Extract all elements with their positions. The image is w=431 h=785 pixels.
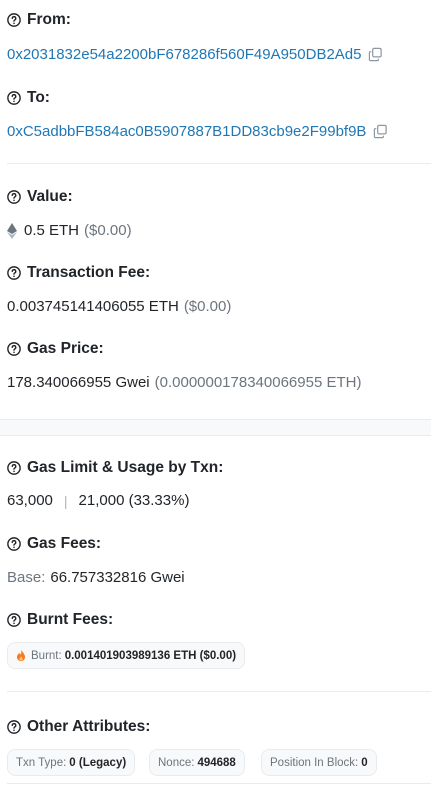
burnt-fees-label: Burnt Fees: (7, 611, 113, 629)
burnt-value: 0.001401903989136 ETH ($0.00) (64, 649, 237, 662)
question-circle-icon[interactable] (7, 91, 21, 105)
gas-fees-value: Base: 66.757332816 Gwei (7, 569, 185, 586)
txn-type-key: Txn Type: (16, 756, 67, 769)
gas-fees-label: Gas Fees: (7, 535, 101, 553)
transaction-fee-label: Transaction Fee: (7, 264, 150, 282)
burnt-fees-label-text: Burnt Fees: (27, 611, 114, 628)
transaction-fee-value: 0.003745141406055 ETH ($0.00) (7, 298, 231, 315)
gas-price-label: Gas Price: (7, 340, 104, 358)
fee-amount: 0.003745141406055 ETH (7, 298, 179, 315)
question-circle-icon[interactable] (7, 190, 21, 204)
burnt-fees-badge: Burnt: 0.001401903989136 ETH ($0.00) (7, 642, 246, 669)
position-value: 0 (361, 756, 368, 769)
value-amount: 0.5 ETH (24, 222, 80, 239)
to-label-text: To: (27, 89, 50, 106)
position-key: Position In Block: (270, 756, 359, 769)
divider (7, 163, 431, 164)
from-label: From: (7, 11, 71, 29)
value-label-text: Value: (27, 188, 73, 205)
question-circle-icon[interactable] (7, 266, 21, 280)
txn-type-badge: Txn Type: 0 (Legacy) (7, 749, 136, 776)
value-label: Value: (7, 188, 73, 206)
question-circle-icon[interactable] (7, 613, 21, 627)
copy-icon[interactable] (373, 124, 388, 139)
value-usd: ($0.00) (84, 222, 132, 239)
position-in-block-badge: Position In Block: 0 (261, 749, 377, 776)
fee-usd: ($0.00) (183, 298, 232, 315)
nonce-value: 494688 (197, 756, 236, 769)
gas-limit-label: Gas Limit & Usage by Txn: (7, 459, 223, 477)
gas-price-eth: (0.000000178340066955 ETH) (154, 374, 362, 391)
from-label-text: From: (27, 11, 71, 28)
txn-type-value: 0 (Legacy) (69, 756, 127, 769)
divider (7, 783, 431, 784)
gas-limit-label-text: Gas Limit & Usage by Txn: (27, 459, 224, 476)
question-circle-icon[interactable] (7, 342, 21, 356)
nonce-key: Nonce: (158, 756, 195, 769)
to-address-link[interactable]: 0xC5adbbFB584ac0B5907887B1DD83cb9e2F99bf… (7, 123, 366, 140)
to-value: 0xC5adbbFB584ac0B5907887B1DD83cb9e2F99bf… (7, 123, 388, 140)
from-address-link[interactable]: 0x2031832e54a2200bF678286f560F49A950DB2A… (7, 46, 361, 63)
gas-price-amount: 178.340066955 Gwei (7, 374, 150, 391)
base-fee-key: Base: (7, 569, 46, 586)
burnt-key: Burnt: (31, 649, 62, 662)
gas-limit-amount: 63,000 (7, 492, 53, 509)
gas-fees-label-text: Gas Fees: (27, 535, 102, 552)
gas-price-value: 178.340066955 Gwei (0.000000178340066955… (7, 374, 361, 391)
other-attributes-label: Other Attributes: (7, 718, 150, 736)
ethereum-icon (7, 222, 17, 239)
from-value: 0x2031832e54a2200bF678286f560F49A950DB2A… (7, 46, 383, 63)
flame-icon (16, 649, 26, 662)
gas-price-label-text: Gas Price: (27, 340, 104, 357)
base-fee-value: 66.757332816 Gwei (50, 569, 185, 586)
value-row: 0.5 ETH ($0.00) (7, 222, 132, 239)
copy-icon[interactable] (368, 47, 383, 62)
section-separator (0, 419, 431, 436)
transaction-fee-label-text: Transaction Fee: (27, 264, 151, 281)
other-attributes-label-text: Other Attributes: (27, 718, 151, 735)
divider (7, 691, 431, 692)
question-circle-icon[interactable] (7, 13, 21, 27)
gas-limit-value: 63,000 | 21,000 (33.33%) (7, 492, 189, 509)
value-separator: | (63, 492, 68, 509)
to-label: To: (7, 89, 50, 107)
nonce-badge: Nonce: 494688 (149, 749, 245, 776)
gas-usage-amount: 21,000 (33.33%) (78, 492, 190, 509)
question-circle-icon[interactable] (7, 537, 21, 551)
question-circle-icon[interactable] (7, 720, 21, 734)
question-circle-icon[interactable] (7, 461, 21, 475)
